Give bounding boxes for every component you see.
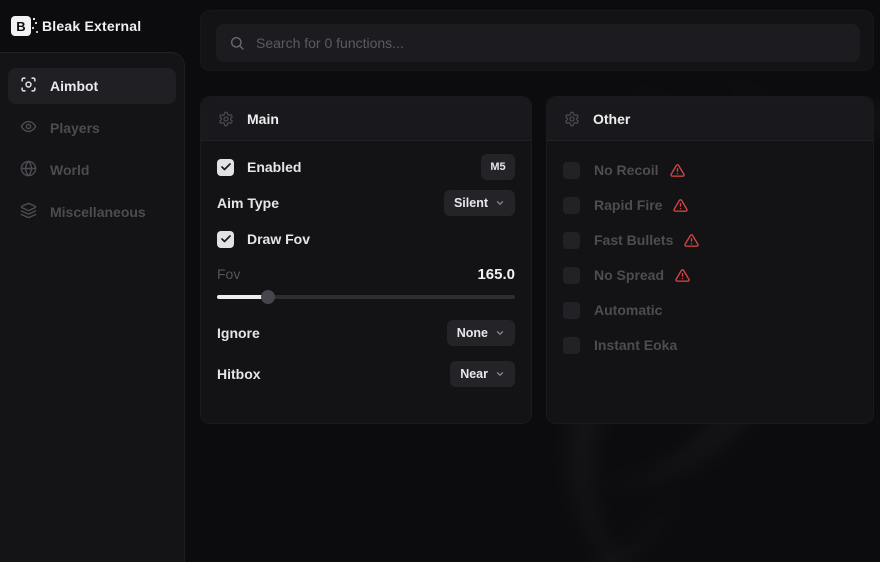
- sidebar-item-label: Miscellaneous: [50, 204, 146, 220]
- search-box[interactable]: [216, 24, 860, 62]
- sidebar-nav: Aimbot Players World Miscellaneous: [0, 52, 185, 562]
- hitbox-value: Near: [460, 367, 488, 381]
- no-recoil-row: No Recoil: [563, 157, 857, 183]
- fov-row: Fov 165.0: [217, 264, 515, 284]
- sidebar-item-label: World: [50, 162, 89, 178]
- search-icon: [229, 35, 245, 51]
- chevron-down-icon: [495, 198, 505, 208]
- draw-fov-label: Draw Fov: [247, 231, 310, 247]
- aim-type-value: Silent: [454, 196, 488, 210]
- fov-slider[interactable]: [217, 290, 515, 304]
- instant-eoka-label: Instant Eoka: [594, 337, 677, 353]
- enabled-checkbox[interactable]: [217, 159, 234, 176]
- fast-bullets-checkbox[interactable]: [563, 232, 580, 249]
- no-spread-row: No Spread: [563, 262, 857, 288]
- rapid-fire-checkbox[interactable]: [563, 197, 580, 214]
- chevron-down-icon: [495, 369, 505, 379]
- rapid-fire-row: Rapid Fire: [563, 192, 857, 218]
- eye-icon: [20, 118, 37, 138]
- other-panel-body: No Recoil Rapid Fire Fast Bullets: [547, 141, 873, 358]
- hitbox-label: Hitbox: [217, 366, 261, 382]
- sidebar-item-aimbot[interactable]: Aimbot: [8, 68, 176, 104]
- other-panel-title: Other: [593, 111, 630, 127]
- ignore-dropdown[interactable]: None: [447, 320, 515, 346]
- globe-icon: [20, 160, 37, 180]
- aim-type-label: Aim Type: [217, 195, 279, 211]
- other-panel-header: Other: [547, 97, 873, 141]
- fast-bullets-label: Fast Bullets: [594, 232, 673, 248]
- app-title: Bleak External: [42, 18, 141, 34]
- enabled-keybind-badge[interactable]: M5: [481, 154, 515, 180]
- warning-icon: [675, 268, 690, 283]
- main-panel-body: Enabled M5 Aim Type Silent Draw Fov: [201, 141, 531, 387]
- aim-type-dropdown[interactable]: Silent: [444, 190, 515, 216]
- no-spread-checkbox[interactable]: [563, 267, 580, 284]
- fov-value: 165.0: [477, 266, 515, 283]
- enabled-label: Enabled: [247, 159, 301, 175]
- ignore-label: Ignore: [217, 325, 260, 341]
- sidebar: B Bleak External Aimbot Players World: [0, 0, 185, 562]
- instant-eoka-checkbox[interactable]: [563, 337, 580, 354]
- warning-icon: [673, 198, 688, 213]
- fov-label: Fov: [217, 266, 240, 282]
- chevron-down-icon: [495, 328, 505, 338]
- gear-icon: [218, 111, 234, 127]
- app-logo-row: B Bleak External: [0, 0, 185, 52]
- no-recoil-label: No Recoil: [594, 162, 659, 178]
- no-spread-label: No Spread: [594, 267, 664, 283]
- aim-type-row: Aim Type Silent: [217, 190, 515, 216]
- automatic-row: Automatic: [563, 297, 857, 323]
- gear-icon: [564, 111, 580, 127]
- sidebar-item-label: Players: [50, 120, 100, 136]
- main-panel: Main Enabled M5 Aim Type Silent: [200, 96, 532, 424]
- no-recoil-checkbox[interactable]: [563, 162, 580, 179]
- fast-bullets-row: Fast Bullets: [563, 227, 857, 253]
- hitbox-dropdown[interactable]: Near: [450, 361, 515, 387]
- layers-icon: [20, 202, 37, 222]
- search-input[interactable]: [256, 35, 847, 51]
- draw-fov-row: Draw Fov: [217, 226, 515, 252]
- fov-slider-thumb[interactable]: [261, 290, 275, 304]
- automatic-checkbox[interactable]: [563, 302, 580, 319]
- draw-fov-checkbox[interactable]: [217, 231, 234, 248]
- sidebar-item-label: Aimbot: [50, 78, 98, 94]
- app-logo-icon: B: [11, 16, 31, 36]
- main-panel-title: Main: [247, 111, 279, 127]
- sidebar-item-miscellaneous[interactable]: Miscellaneous: [8, 194, 176, 230]
- other-panel: Other No Recoil Rapid Fire Fast Bullets: [546, 96, 874, 424]
- warning-icon: [670, 163, 685, 178]
- crosshair-icon: [20, 76, 37, 96]
- ignore-row: Ignore None: [217, 320, 515, 346]
- main-panel-header: Main: [201, 97, 531, 141]
- search-panel: [200, 10, 874, 71]
- app-window: B Bleak External Aimbot Players World: [0, 0, 880, 562]
- instant-eoka-row: Instant Eoka: [563, 332, 857, 358]
- hitbox-row: Hitbox Near: [217, 361, 515, 387]
- enabled-row: Enabled M5: [217, 154, 515, 180]
- ignore-value: None: [457, 326, 488, 340]
- automatic-label: Automatic: [594, 302, 662, 318]
- warning-icon: [684, 233, 699, 248]
- sidebar-item-world[interactable]: World: [8, 152, 176, 188]
- rapid-fire-label: Rapid Fire: [594, 197, 662, 213]
- sidebar-item-players[interactable]: Players: [8, 110, 176, 146]
